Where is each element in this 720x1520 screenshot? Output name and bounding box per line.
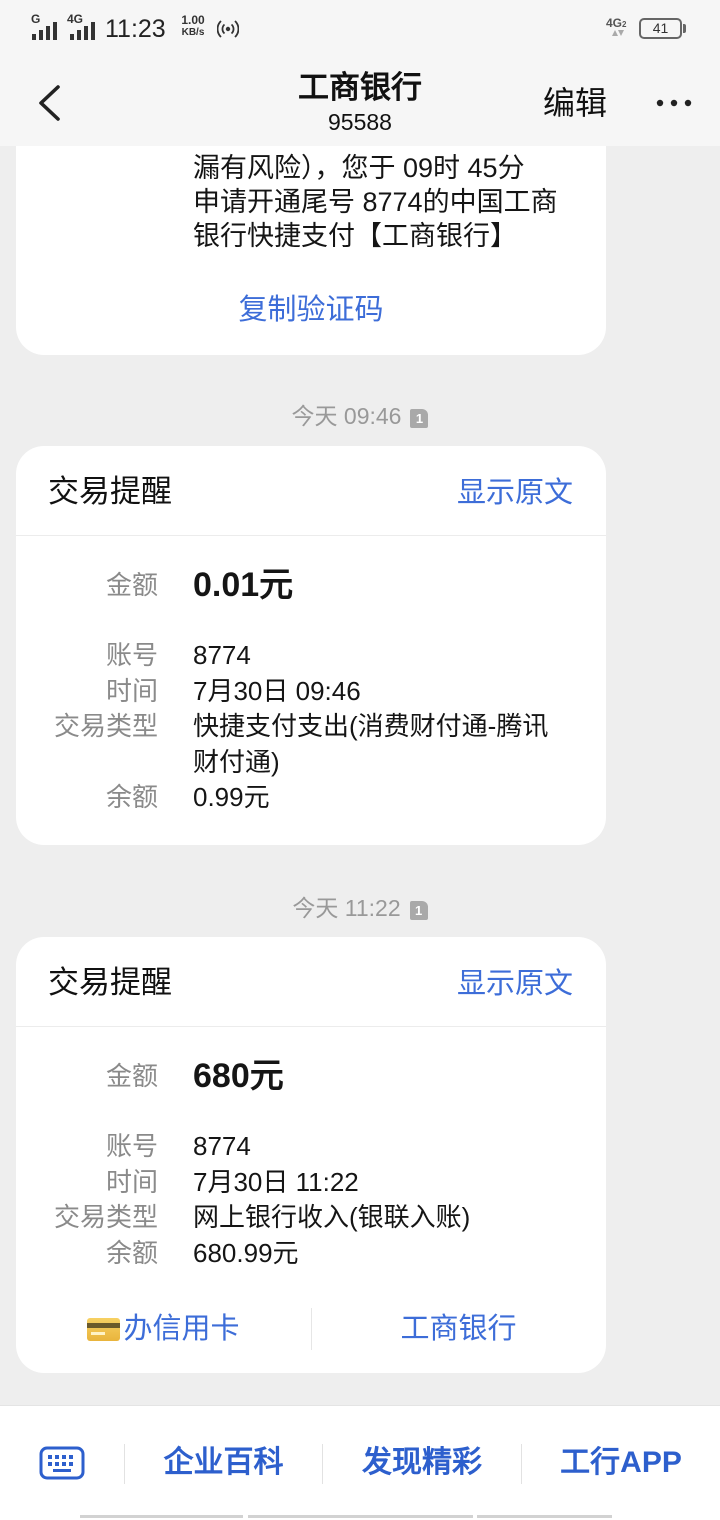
detail-label: 时间 [105,1166,158,1197]
detail-value: 快捷支付支出(消费财付通-腾讯财付通) [193,711,549,777]
screen: G 4G 11:23 1.00 KB/s 4G2 41 工商银行 95588 编… [0,0,720,1520]
detail-value: 8774 [193,1131,251,1161]
detail-label: 交易类型 [53,711,158,741]
battery-icon: 41 [639,18,682,39]
show-original-button[interactable]: 显示原文 [457,964,573,1004]
menu-item-encyclopedia[interactable]: 企业百科 [125,1443,322,1483]
sender-number: 95588 [328,109,392,135]
amount-label: 金额 [105,1061,158,1091]
status-time: 11:23 [105,15,166,43]
signal-icon: G [31,13,61,40]
edit-button[interactable]: 编辑 [543,84,607,122]
more-icon[interactable] [654,94,694,112]
sim-card-icon: 1 [410,409,429,428]
transaction-type-row: 交易类型 网上银行收入(银联入账) [16,1200,606,1236]
amount-value: 0.01元 [193,566,294,604]
detail-value: 7月30日 11:22 [193,1166,359,1197]
detail-value: 7月30日 09:46 [193,675,361,706]
credit-card-icon [87,1317,121,1341]
detail-value: 网上银行收入(银联入账) [193,1202,471,1232]
bottom-menu: 企业百科 发现精彩 工行APP [0,1405,720,1520]
signal-bars-icon [70,22,95,40]
message-text-line: 漏有风险），您于 09时 45分 [193,153,525,183]
network-speed: 1.00 KB/s [176,14,210,39]
message-timestamp: 今天 11:22 1 [0,893,720,923]
menu-item-discover[interactable]: 发现精彩 [323,1443,521,1483]
transaction-alert-card: 交易提醒 显示原文 金额 0.01元 账号 8774 时间 7月30日 09:4… [16,446,606,845]
action-divider [311,1308,312,1350]
detail-value: 680.99元 [193,1237,299,1268]
network-speed-value: 1.00 [181,13,205,27]
battery-nub [683,24,686,33]
message-timestamp: 今天 09:46 1 [0,401,720,431]
account-row: 账号 8774 [16,638,606,674]
detail-label: 账号 [105,1131,158,1161]
signal-bars-icon [32,22,57,40]
message-text-line: 银行快捷支付【工商银行】 [193,221,517,251]
detail-value: 0.99元 [193,782,270,812]
transaction-details: 金额 680元 账号 8774 时间 7月30日 11:22 交易类型 网上银行… [16,1027,606,1271]
network-4g-icon: 4G2 [606,14,636,40]
transaction-card-header: 交易提醒 显示原文 [16,446,606,536]
conversation-header: 工商银行 95588 编辑 [0,58,720,146]
time-row: 时间 7月30日 09:46 [16,674,606,710]
show-original-button[interactable]: 显示原文 [457,473,573,513]
detail-label: 交易类型 [53,1202,158,1232]
amount-row: 金额 0.01元 [16,561,606,609]
transaction-alert-card: 交易提醒 显示原文 金额 680元 账号 8774 时间 7月30日 11:22… [16,937,606,1373]
gesture-hint-bar [248,1515,473,1518]
detail-label: 余额 [105,1237,158,1268]
transaction-details: 金额 0.01元 账号 8774 时间 7月30日 09:46 交易类型 快捷支… [16,536,606,816]
right-network-label: 4G [606,16,623,30]
balance-row: 余额 0.99元 [16,780,606,816]
transaction-type-row: 交易类型 快捷支付支出(消费财付通-腾讯财付通) [16,709,606,780]
hotspot-icon [217,20,239,38]
copy-code-button[interactable]: 复制验证码 [16,290,606,330]
network-speed-unit: KB/s [181,27,205,38]
status-bar: G 4G 11:23 1.00 KB/s 4G2 41 [0,0,720,58]
detail-label: 时间 [105,675,158,706]
detail-value: 8774 [193,640,251,670]
gesture-hint-bar [80,1515,243,1518]
amount-value: 680元 [193,1057,284,1095]
signal-icon: 4G [67,13,99,40]
right-network-slot: 2 [622,20,627,29]
menu-item-icbc-app[interactable]: 工行APP [522,1443,720,1483]
back-chevron-icon[interactable] [34,82,66,124]
action-label: 办信用卡 [123,1313,240,1345]
transaction-card-title: 交易提醒 [48,965,172,1000]
account-row: 账号 8774 [16,1129,606,1165]
amount-label: 金额 [105,570,158,600]
amount-row: 金额 680元 [16,1052,606,1100]
sim-card-icon: 1 [409,901,428,920]
transaction-card-title: 交易提醒 [48,474,172,509]
gesture-hint-bar [477,1515,612,1518]
message-text-line: 申请开通尾号 8774的中国工商 [193,187,558,217]
action-label: 工商银行 [400,1313,517,1345]
timestamp-text: 今天 11:22 [292,895,401,921]
timestamp-text: 今天 09:46 [291,403,402,429]
balance-row: 余额 680.99元 [16,1236,606,1272]
keyboard-icon[interactable] [39,1446,85,1480]
page-title: 工商银行 [298,70,422,105]
card-actions: 办信用卡 工商银行 [16,1299,606,1359]
transaction-card-header: 交易提醒 显示原文 [16,937,606,1027]
detail-label: 账号 [105,640,158,670]
data-arrows-icon [612,30,624,36]
detail-label: 余额 [105,782,158,812]
icbc-button[interactable]: 工商银行 [311,1299,606,1359]
time-row: 时间 7月30日 11:22 [16,1165,606,1201]
apply-credit-card-button[interactable]: 办信用卡 [16,1299,311,1359]
